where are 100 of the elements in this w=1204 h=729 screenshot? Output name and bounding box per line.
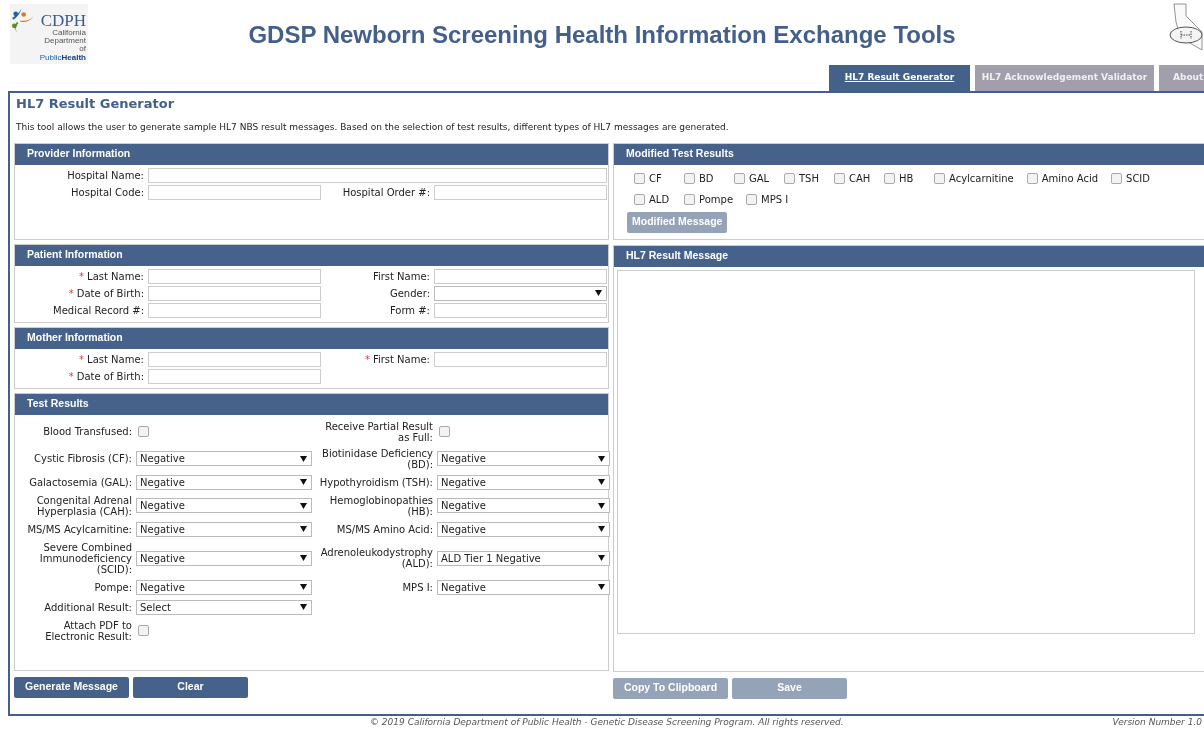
- checkbox[interactable]: [439, 426, 450, 437]
- dropdown[interactable]: ALD Tier 1 Negative: [437, 550, 610, 566]
- caret-icon: [598, 502, 605, 509]
- text-field[interactable]: [434, 184, 607, 200]
- checkbox[interactable]: [634, 172, 645, 184]
- checkbox[interactable]: [138, 426, 149, 437]
- checkbox-label: TSH: [799, 171, 819, 186]
- field-label: First Name:: [372, 270, 430, 282]
- checkbox[interactable]: [934, 172, 945, 184]
- field-label: Attach PDF to Electronic Result:: [44, 619, 132, 642]
- caret-icon: [300, 604, 307, 610]
- field-label: Adrenoleukodystrophy (ALD):: [319, 547, 433, 569]
- dropdown[interactable]: Negative: [136, 521, 312, 537]
- checkbox-label: Acylcarnitine: [949, 171, 1014, 186]
- text-field[interactable]: [148, 302, 321, 318]
- checkbox-label: CAH: [849, 171, 871, 186]
- field-label: Receive Partial Result as Full:: [324, 420, 433, 443]
- version-text: Version Number 1.0: [1112, 716, 1202, 729]
- text-field[interactable]: [434, 302, 607, 318]
- copyright-text: © 2019 California Department of Public Health - Genetic Disease Screening Program. All rights reserved.: [370, 716, 844, 729]
- checkbox[interactable]: [884, 172, 895, 184]
- text-field[interactable]: [148, 167, 607, 183]
- caret-icon: [300, 479, 307, 485]
- checkbox[interactable]: [1111, 172, 1123, 184]
- checkbox-label: Amino Acid: [1041, 171, 1099, 186]
- checkbox[interactable]: [138, 625, 149, 636]
- action-button[interactable]: Generate Message: [14, 676, 129, 698]
- checkbox[interactable]: [734, 172, 745, 184]
- field-label: Cystic Fibrosis (CF):: [34, 453, 132, 464]
- dropdown[interactable]: Negative: [136, 474, 312, 490]
- field-label: Date of Birth:: [76, 287, 144, 299]
- field-label: Last Name:: [87, 270, 144, 282]
- checkbox[interactable]: [684, 172, 695, 184]
- nav-tab[interactable]: HL7 Result Generator: [829, 65, 970, 91]
- checkbox[interactable]: [684, 193, 695, 205]
- dropdown[interactable]: Negative: [437, 579, 610, 595]
- caret-icon: [598, 526, 605, 532]
- checkbox-label: CF: [649, 171, 662, 186]
- dropdown[interactable]: [434, 285, 607, 301]
- caret-icon: [300, 555, 307, 561]
- field-label: Severe Combined Immunodeficiency (SCID):: [38, 541, 132, 575]
- field-label: Gender:: [389, 287, 430, 299]
- text-field[interactable]: [148, 184, 321, 200]
- field-label: Hemoglobinopathies (HB):: [328, 494, 433, 517]
- caret-icon: [300, 526, 307, 532]
- field-label: Additional Result:: [44, 601, 132, 613]
- field-label: Blood Transfused:: [43, 426, 132, 437]
- text-field[interactable]: [148, 368, 321, 384]
- state-map-icon: [1168, 2, 1204, 50]
- logo-letters: CDPH: [40, 12, 86, 29]
- checkbox-label: MPS I: [761, 192, 789, 207]
- page-description: This tool allows the user to generate sample HL7 NBS result messages. Based on the selection of test results, different types of HL7 messages are generated.: [15, 121, 730, 134]
- caret-icon: [598, 555, 605, 561]
- dropdown[interactable]: Negative: [437, 474, 610, 490]
- field-label: Biotinidase Deficiency (BD):: [321, 447, 433, 470]
- field-label: Pompe:: [94, 581, 132, 593]
- checkbox-label: SCID: [1126, 171, 1150, 186]
- action-button[interactable]: Clear: [133, 676, 248, 698]
- checkbox-label: HB: [899, 171, 914, 186]
- dropdown[interactable]: Negative: [136, 550, 312, 566]
- checkbox[interactable]: [1026, 172, 1038, 184]
- required-marker: *: [79, 353, 85, 365]
- dropdown[interactable]: Negative: [437, 451, 610, 466]
- dropdown[interactable]: Select: [136, 599, 312, 615]
- field-label: MPS I:: [402, 581, 433, 593]
- field-label: Hospital Code:: [71, 186, 144, 198]
- section-header: Test Results: [15, 393, 608, 415]
- required-marker: *: [68, 287, 74, 299]
- dropdown[interactable]: Negative: [136, 579, 312, 595]
- field-label: Date of Birth:: [76, 370, 144, 382]
- dropdown[interactable]: Negative: [136, 498, 312, 513]
- field-label: Hypothyroidism (TSH):: [319, 476, 433, 488]
- caret-icon: [300, 455, 307, 462]
- field-label: Medical Record #:: [53, 304, 144, 316]
- text-field[interactable]: [148, 351, 321, 367]
- text-field[interactable]: [434, 351, 607, 367]
- field-label: MS/MS Amino Acid:: [336, 523, 433, 535]
- figures-drawing: [11, 7, 35, 34]
- text-field[interactable]: [148, 285, 321, 301]
- dropdown[interactable]: Negative: [437, 498, 610, 513]
- checkbox-label: ALD: [649, 192, 670, 207]
- caret-icon: [595, 290, 602, 296]
- checkbox[interactable]: [634, 193, 645, 205]
- checkbox[interactable]: [746, 193, 758, 205]
- caret-icon: [300, 502, 307, 509]
- field-label: First Name:: [372, 353, 430, 365]
- required-marker: *: [68, 370, 74, 382]
- field-label: Hospital Order #:: [342, 186, 430, 198]
- field-label: MS/MS Acylcarnitine:: [27, 523, 132, 535]
- text-field[interactable]: [434, 268, 607, 284]
- field-label: Galactosemia (GAL):: [29, 476, 132, 488]
- text-field[interactable]: [148, 268, 321, 284]
- checkbox[interactable]: [784, 172, 795, 184]
- caret-icon: [300, 584, 307, 590]
- section-header: Provider Information: [15, 143, 608, 165]
- checkbox-label: BD: [699, 171, 714, 186]
- checkbox[interactable]: [834, 172, 845, 184]
- dropdown[interactable]: Negative: [437, 521, 610, 537]
- dropdown[interactable]: Negative: [136, 451, 312, 466]
- caret-icon: [598, 455, 605, 462]
